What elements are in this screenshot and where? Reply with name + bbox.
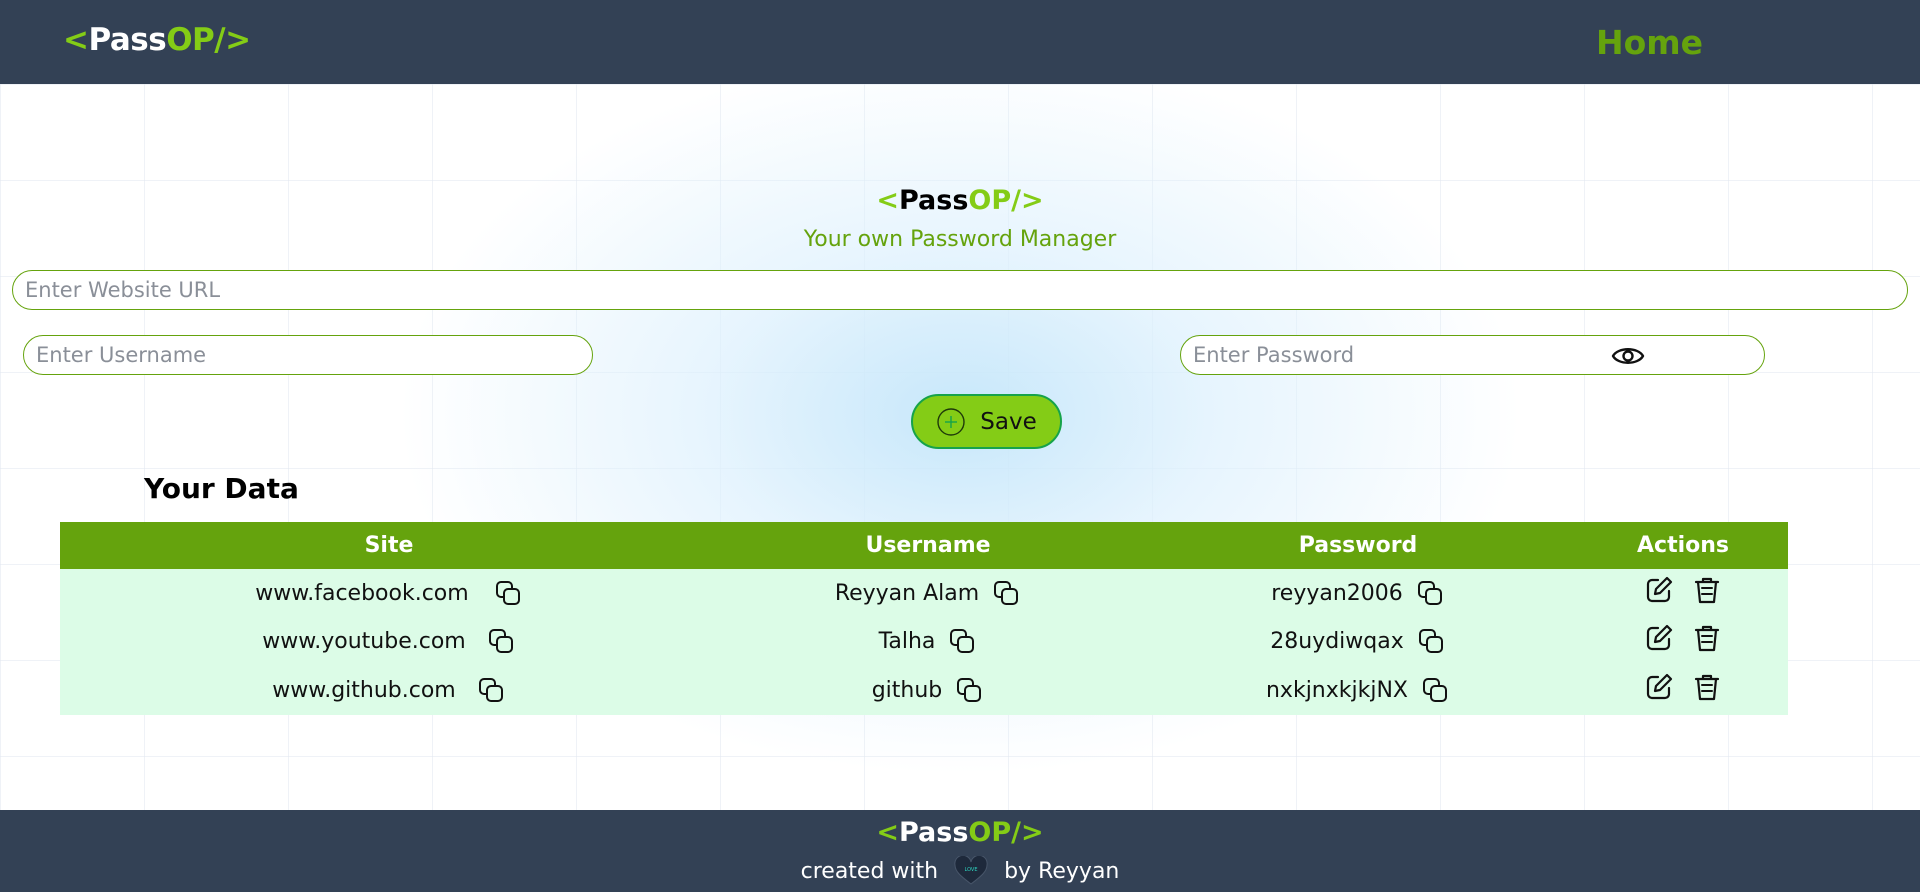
password-cell: nxkjnxkjkjNX	[1138, 665, 1578, 715]
site-cell: www.youtube.com	[60, 617, 718, 665]
site-link[interactable]: www.facebook.com	[255, 581, 468, 606]
eye-icon[interactable]	[1611, 344, 1645, 368]
logo-open-bracket: <	[63, 22, 89, 58]
site-cell: www.facebook.com	[60, 569, 718, 617]
table-row: www.github.com github nxkjnxkjkjNX	[60, 665, 1788, 715]
tagline: Your own Password Manager	[803, 227, 1117, 252]
password-text: reyyan2006	[1271, 580, 1403, 606]
copy-icon[interactable]	[1416, 626, 1446, 656]
copy-icon[interactable]	[1420, 675, 1450, 705]
column-header-username: Username	[718, 522, 1138, 569]
username-text: Talha	[878, 628, 936, 654]
password-input[interactable]	[1180, 335, 1765, 375]
logo-pass: Pass	[88, 22, 167, 58]
copy-icon[interactable]	[954, 675, 984, 705]
column-header-actions: Actions	[1578, 522, 1788, 569]
copy-icon[interactable]	[476, 675, 506, 705]
save-button[interactable]: Save	[911, 394, 1062, 449]
copy-icon[interactable]	[1415, 578, 1445, 608]
username-text: Reyyan Alam	[834, 580, 980, 606]
actions-cell	[1578, 617, 1788, 665]
copy-icon[interactable]	[947, 626, 977, 656]
home-link[interactable]: Home	[1596, 23, 1703, 62]
actions-cell	[1578, 665, 1788, 715]
site-cell: www.github.com	[60, 665, 718, 715]
save-label: Save	[980, 408, 1037, 435]
edit-icon[interactable]	[1643, 622, 1675, 654]
column-header-password: Password	[1138, 522, 1578, 569]
copy-icon[interactable]	[486, 626, 516, 656]
trash-icon[interactable]	[1691, 671, 1723, 703]
navbar: <PassOP/> Home	[0, 0, 1920, 84]
copy-icon[interactable]	[991, 578, 1021, 608]
copy-icon[interactable]	[493, 578, 523, 608]
actions-cell	[1578, 569, 1788, 617]
footer: <PassOP/> created with LOVE by Reyyan	[0, 810, 1920, 892]
logo-pass: Pass	[898, 817, 969, 848]
heart-icon: LOVE	[954, 856, 988, 885]
footer-credit: created with LOVE by Reyyan	[0, 856, 1920, 886]
trash-icon[interactable]	[1691, 622, 1723, 654]
nav-logo[interactable]: <PassOP/>	[63, 22, 251, 58]
trash-icon[interactable]	[1691, 574, 1723, 606]
by-author-text: by Reyyan	[1004, 858, 1120, 884]
password-text: 28uydiwqax	[1270, 628, 1404, 654]
footer-logo: <PassOP/>	[0, 817, 1920, 848]
table-header-row: Site Username Password Actions	[60, 522, 1788, 569]
add-circle-icon	[937, 407, 965, 436]
edit-icon[interactable]	[1643, 671, 1675, 703]
hero-logo: <PassOP/>	[0, 185, 1920, 216]
passwords-table: Site Username Password Actions www.faceb…	[60, 522, 1788, 715]
username-cell: github	[718, 665, 1138, 715]
site-link[interactable]: www.github.com	[272, 678, 456, 703]
logo-op: OP/>	[166, 22, 251, 58]
password-cell: reyyan2006	[1138, 569, 1578, 617]
password-text: nxkjnxkjkjNX	[1265, 677, 1408, 703]
logo-pass: Pass	[898, 185, 969, 216]
table-row: www.youtube.com Talha 28uydiwqax	[60, 617, 1788, 665]
website-url-input[interactable]	[12, 270, 1908, 310]
edit-icon[interactable]	[1643, 574, 1675, 606]
heart-label: LOVE	[965, 867, 978, 873]
column-header-site: Site	[60, 522, 718, 569]
logo-op: OP/>	[968, 185, 1044, 216]
username-text: github	[871, 677, 943, 703]
password-cell: 28uydiwqax	[1138, 617, 1578, 665]
table-row: www.facebook.com Reyyan Alam reyyan2006	[60, 569, 1788, 617]
logo-op: OP/>	[968, 817, 1044, 848]
site-link[interactable]: www.youtube.com	[262, 629, 465, 654]
logo-open-bracket: <	[876, 185, 899, 216]
username-cell: Reyyan Alam	[718, 569, 1138, 617]
username-input[interactable]	[23, 335, 593, 375]
logo-open-bracket: <	[876, 817, 899, 848]
your-data-heading: Your Data	[144, 472, 299, 505]
username-cell: Talha	[718, 617, 1138, 665]
created-with-text: created with	[800, 858, 939, 884]
